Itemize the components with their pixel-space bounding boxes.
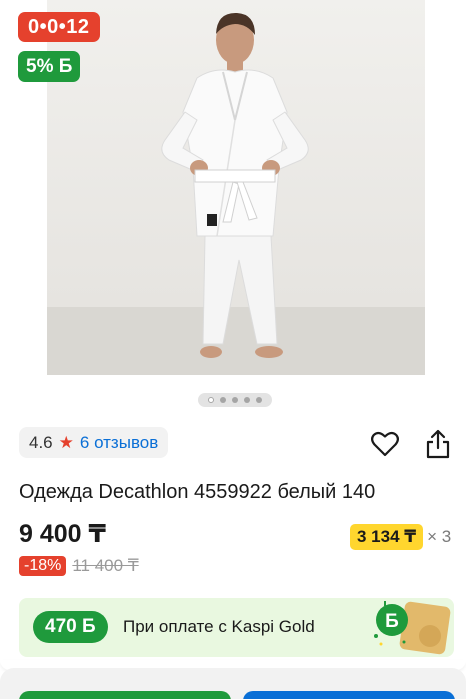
buy-button[interactable] xyxy=(243,691,455,699)
carousel-indicator[interactable] xyxy=(198,393,272,407)
product-photo[interactable] xyxy=(47,0,425,375)
kaspi-bonus-badge: 470 Б xyxy=(33,611,108,643)
add-to-cart-button[interactable] xyxy=(19,691,231,699)
old-price: 11 400 ₸ xyxy=(72,556,139,575)
bonus-badge: 5% Б xyxy=(18,51,81,82)
kaspi-gold-banner[interactable]: 470 Б При оплате с Kaspi Gold Б xyxy=(19,598,454,657)
star-icon: ★ xyxy=(58,432,74,452)
carousel-dot[interactable] xyxy=(208,397,214,403)
product-title: Одежда Decathlon 4559922 белый 140 xyxy=(19,481,376,503)
timer-badge: 0•0•12 xyxy=(18,12,100,42)
favorite-button[interactable] xyxy=(369,428,401,460)
share-button[interactable] xyxy=(422,428,454,460)
kimono-figure xyxy=(161,12,309,358)
carousel-dot[interactable] xyxy=(232,397,238,403)
discount-badge: -18% xyxy=(19,556,67,576)
rating-value: 4.6 xyxy=(29,432,53,452)
carousel-dot[interactable] xyxy=(220,397,226,403)
kaspi-gold-card-icon: Б xyxy=(374,601,451,655)
kaspi-banner-text: При оплате с Kaspi Gold xyxy=(123,617,315,636)
installment-times: × 3 xyxy=(427,527,452,546)
installment-amount: 3 134 ₸ xyxy=(350,524,424,550)
reviews-link[interactable]: 6 отзывов xyxy=(80,433,158,453)
heart-icon xyxy=(371,431,399,457)
share-icon xyxy=(426,429,450,459)
carousel-dot[interactable] xyxy=(256,397,262,403)
rating-summary[interactable]: 4.6 ★ 6 отзывов xyxy=(19,427,169,458)
discount-row: -18% 11 400 ₸ xyxy=(19,556,139,576)
svg-text:Б: Б xyxy=(385,611,399,632)
installment-offer[interactable]: 3 134 ₸ × 3 xyxy=(350,524,451,550)
carousel-dot[interactable] xyxy=(244,397,250,403)
product-price: 9 400 ₸ xyxy=(19,520,106,548)
